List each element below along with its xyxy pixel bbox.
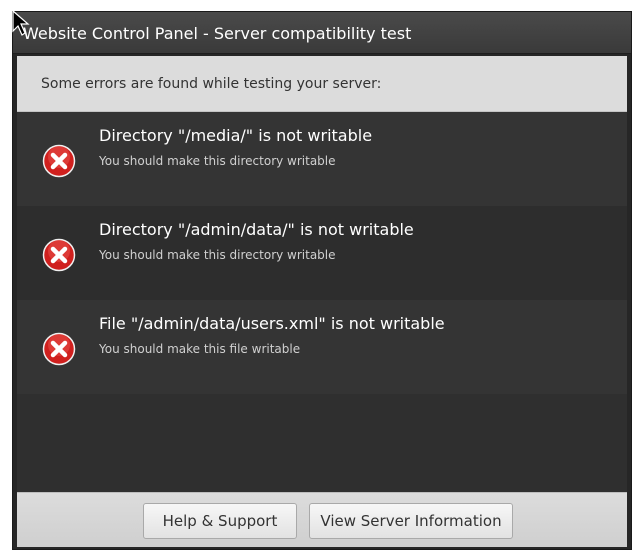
error-item: Directory "/media/" is not writable You … — [17, 112, 627, 206]
notice-text: Some errors are found while testing your… — [41, 76, 382, 92]
error-description: You should make this file writable — [99, 342, 301, 356]
error-x-icon — [42, 238, 76, 272]
window-title: Website Control Panel - Server compatibi… — [23, 24, 412, 43]
error-list: Directory "/media/" is not writable You … — [17, 112, 627, 492]
notice-bar: Some errors are found while testing your… — [17, 56, 627, 112]
dialog-footer: Help & Support View Server Information — [17, 492, 627, 547]
error-item: File "/admin/data/users.xml" is not writ… — [17, 300, 627, 394]
error-item: Directory "/admin/data/" is not writable… — [17, 206, 627, 300]
error-description: You should make this directory writable — [99, 154, 336, 168]
error-title: Directory "/media/" is not writable — [99, 126, 373, 145]
view-server-info-button[interactable]: View Server Information — [309, 503, 513, 539]
error-title: File "/admin/data/users.xml" is not writ… — [99, 314, 445, 333]
dialog-window: Website Control Panel - Server compatibi… — [12, 9, 632, 550]
title-bar[interactable]: Website Control Panel - Server compatibi… — [12, 9, 631, 54]
error-x-icon — [42, 332, 76, 366]
error-x-icon — [42, 144, 76, 178]
error-description: You should make this directory writable — [99, 248, 336, 262]
error-title: Directory "/admin/data/" is not writable — [99, 220, 414, 239]
mouse-cursor-icon — [12, 9, 30, 36]
help-support-button[interactable]: Help & Support — [143, 503, 297, 539]
